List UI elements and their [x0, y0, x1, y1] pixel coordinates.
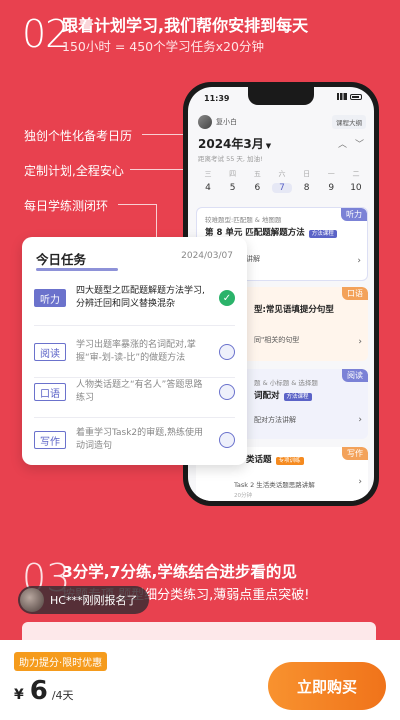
- username: 复小白: [216, 118, 237, 126]
- weekday: 二: [352, 170, 360, 178]
- card-item: 同"相关的句型: [254, 336, 300, 344]
- checkbox-icon[interactable]: [219, 344, 235, 360]
- card-title: 型:常见语填提分句型: [254, 305, 334, 315]
- check-done-icon[interactable]: ✓: [219, 290, 235, 306]
- date-cell[interactable]: 4: [198, 183, 218, 193]
- date-row: 4 5 6 7 8 9 10: [198, 183, 366, 193]
- chevron-right-icon[interactable]: ›: [357, 256, 361, 266]
- mini-tag: 方法课程: [308, 230, 337, 238]
- weekday: 四: [229, 170, 237, 178]
- section-subtitle: 150小时 = 450个学习任务x20分钟: [62, 39, 264, 54]
- chevron-up-icon[interactable]: ︿: [338, 137, 347, 150]
- avatar[interactable]: [198, 115, 212, 129]
- date-cell[interactable]: 10: [346, 183, 366, 193]
- avatar: [20, 588, 44, 612]
- card-title-text: 类话题: [246, 455, 272, 465]
- price: ¥ 6 /4天: [14, 676, 74, 706]
- toast-text: HC***刚刚报名了: [50, 594, 138, 607]
- task-tag: 写作: [34, 431, 66, 449]
- card-subtitle: 较难题型:匹配题 & 地图题: [205, 216, 282, 224]
- feature-calendar: 独创个性化备考日历: [24, 129, 133, 143]
- card-item: 配对方法讲解: [254, 416, 296, 424]
- task-tag: 阅读: [34, 343, 66, 361]
- buy-now-button[interactable]: 立即购买: [268, 662, 386, 710]
- date-cell[interactable]: 9: [321, 183, 341, 193]
- tag-speaking: 口语: [342, 287, 368, 300]
- month-selector[interactable]: 2024年3月 ▼: [198, 135, 271, 152]
- price-unit: /4天: [51, 689, 74, 702]
- task-tag: 口语: [34, 383, 66, 401]
- weekday: 三: [204, 170, 212, 178]
- date-cell[interactable]: 5: [223, 183, 243, 193]
- weekday: 五: [253, 170, 261, 178]
- checkbox-icon[interactable]: [219, 384, 235, 400]
- connector-line: [118, 204, 156, 205]
- month-label: 2024年3月: [198, 137, 264, 151]
- chevron-right-icon[interactable]: ›: [358, 415, 362, 425]
- card-title: 类话题 专项训练: [246, 453, 304, 465]
- calendar-nav: ︿ ﹀: [338, 137, 364, 150]
- card-title: 词配对 方法课程: [254, 389, 312, 401]
- caret-down-icon: ▼: [265, 142, 272, 150]
- course-outline-button[interactable]: 课程大纲: [332, 115, 366, 129]
- tag-writing: 写作: [342, 447, 368, 460]
- chevron-right-icon[interactable]: ›: [358, 337, 362, 347]
- divider: [34, 325, 235, 326]
- chevron-right-icon[interactable]: ›: [358, 477, 362, 487]
- task-text: 学习出题率暴涨的名词配对,掌握“审-划-读-比”的做题方法: [76, 340, 196, 363]
- task-tag: 听力: [34, 289, 66, 307]
- weekday: 六: [278, 170, 286, 178]
- price-value: 6: [29, 676, 48, 706]
- chevron-down-icon[interactable]: ﹀: [355, 137, 364, 150]
- tag-listening: 听力: [341, 208, 367, 221]
- signup-toast: HC***刚刚报名了: [18, 586, 150, 614]
- section-title: 跟着计划学习,我们帮你安排到每天: [62, 16, 309, 35]
- today-date: 2024/03/07: [181, 251, 233, 261]
- checkbox-icon[interactable]: [219, 432, 235, 448]
- card-subtitle: 题 & 小标题 & 选择题: [254, 379, 318, 387]
- task-text: 着重学习Task2的审题,熟练使用动词造句: [76, 428, 204, 451]
- phone-notch: [248, 87, 314, 105]
- status-icons: [337, 93, 362, 100]
- mini-tag: 专项训练: [275, 457, 304, 465]
- feature-plan: 定制计划,全程安心: [24, 164, 124, 178]
- signal-icon: [337, 93, 347, 100]
- task-row[interactable]: 写作 着重学习Task2的审题,熟练使用动词造句: [34, 415, 235, 465]
- date-cell[interactable]: 6: [247, 183, 267, 193]
- title-underline: [36, 268, 118, 271]
- today-tasks-panel: 今日任务 2024/03/07 听力 四大题型之匹配题解题方法学习,分辨迁回和同…: [22, 237, 247, 465]
- task-row[interactable]: 口语 人物类话题之“有名人”答题思路练习: [34, 367, 235, 417]
- tag-reading: 阅读: [342, 369, 368, 382]
- user-row: 复小白 课程大纲: [198, 115, 366, 129]
- section-title: 3分学,7分练,学练结合进步看的见: [62, 563, 297, 581]
- weekday: 一: [327, 170, 335, 178]
- mini-tag: 方法课程: [283, 393, 312, 401]
- status-time: 11:39: [204, 94, 230, 103]
- date-cell[interactable]: 8: [297, 183, 317, 193]
- task-row[interactable]: 听力 四大题型之匹配题解题方法学习,分辨迁回和同义替换混杂 ✓: [34, 273, 235, 323]
- promo-badge: 助力提分·限时优惠: [14, 652, 108, 671]
- today-title: 今日任务: [36, 252, 87, 267]
- card-title-text: 词配对: [254, 391, 280, 401]
- battery-icon: [350, 93, 362, 100]
- task-text: 四大题型之匹配题解题方法学习,分辨迁回和同义替换混杂: [76, 286, 205, 309]
- weekday-row: 三 四 五 六 日 一 二: [198, 169, 366, 179]
- weekday: 日: [303, 170, 311, 178]
- card-duration: 20分钟: [234, 493, 252, 499]
- exam-countdown: 距离考试 55 天, 加油!: [198, 155, 263, 163]
- currency-symbol: ¥: [14, 687, 24, 703]
- card-item: Task 2 生活类话题思路讲解: [234, 481, 315, 489]
- feature-loop: 每日学练测闭环: [24, 199, 109, 213]
- task-text: 人物类话题之“有名人”答题思路练习: [76, 380, 203, 403]
- date-cell-selected[interactable]: 7: [271, 183, 292, 193]
- purchase-bar: 助力提分·限时优惠 ¥ 6 /4天 立即购买: [0, 640, 400, 720]
